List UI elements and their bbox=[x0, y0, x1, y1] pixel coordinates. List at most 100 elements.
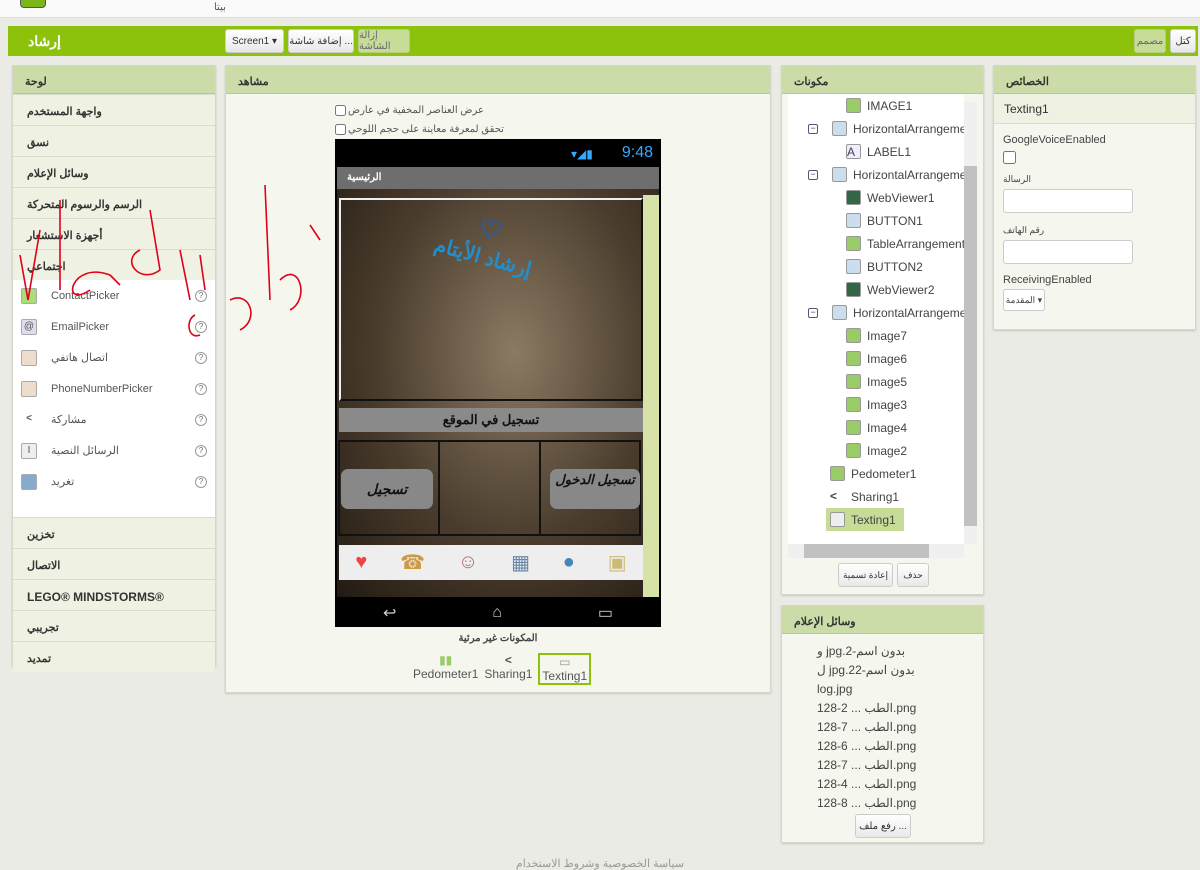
tree-item[interactable]: Image5 bbox=[788, 370, 964, 393]
phone-24-icon[interactable]: ☎ bbox=[400, 550, 425, 575]
horizontal-scrollbar[interactable] bbox=[788, 544, 964, 558]
palette-category[interactable]: نسق bbox=[13, 125, 215, 156]
doctor-icon[interactable]: ☺ bbox=[458, 551, 478, 574]
upload-file-button[interactable]: رفع ملف ... bbox=[855, 814, 911, 838]
beta-label: بيتا bbox=[214, 2, 226, 13]
help-icon[interactable]: ? bbox=[195, 351, 207, 364]
properties-panel: الخصائص Texting1 GoogleVoiceEnabled الرس… bbox=[993, 65, 1196, 330]
label1: تسجيل في الموقع bbox=[339, 408, 643, 432]
recents-icon[interactable]: ▭ bbox=[598, 603, 613, 623]
nonvisible-pedometer[interactable]: ▮▮ Pedometer1 bbox=[413, 653, 478, 685]
palette-category[interactable]: واجهة المستخدم bbox=[13, 94, 215, 125]
hospital-icon[interactable]: ▦ bbox=[511, 550, 530, 575]
email-icon: @ bbox=[21, 318, 37, 335]
remove-screen-button[interactable]: إزالة الشاشة bbox=[358, 29, 410, 53]
tree-item[interactable]: IMAGE1 bbox=[788, 94, 964, 117]
device-icon[interactable]: ▣ bbox=[608, 550, 627, 575]
palette-item-texting[interactable]: I الرسائل النصية? bbox=[13, 435, 215, 466]
palette-category[interactable]: أجهزة الاستشعار bbox=[13, 218, 215, 249]
contact-icon bbox=[21, 287, 37, 304]
home-icon[interactable]: ⌂ bbox=[492, 604, 502, 622]
palette-category[interactable]: الاتصال bbox=[13, 548, 215, 579]
scroll-strip bbox=[643, 195, 659, 597]
tree-item[interactable]: Image2 bbox=[788, 439, 964, 462]
palette-category[interactable]: تخزين bbox=[13, 517, 215, 548]
receiving-enabled-select[interactable]: المقدمة ▾ bbox=[1003, 289, 1045, 311]
help-icon[interactable]: ? bbox=[195, 320, 207, 333]
login-button[interactable]: تسجيل الدخول bbox=[550, 469, 640, 509]
privacy-link[interactable]: سياسة الخصوصية وشروط الاستخدام bbox=[0, 857, 1200, 870]
tree-item[interactable]: BUTTON1 bbox=[788, 209, 964, 232]
help-icon[interactable]: ? bbox=[195, 382, 207, 395]
tree-item[interactable]: Image3 bbox=[788, 393, 964, 416]
screen-title-bar: الرئيسية bbox=[337, 167, 659, 189]
media-file[interactable]: 128-8 ... الطب.png bbox=[817, 796, 983, 815]
add-screen-button[interactable]: إضافة شاشة ... bbox=[288, 29, 354, 53]
media-file[interactable]: 128-7 ... الطب.png bbox=[817, 720, 983, 739]
media-file[interactable]: و jpg.بدون اسم-2 bbox=[817, 644, 983, 663]
media-header: وسائل الإعلام bbox=[782, 606, 983, 634]
media-file[interactable]: 128-4 ... الطب.png bbox=[817, 777, 983, 796]
back-icon[interactable]: ↩ bbox=[383, 603, 396, 623]
message-label: الرسالة bbox=[1003, 174, 1032, 184]
palette-item-phonecall[interactable]: اتصال هاتفي? bbox=[13, 342, 215, 373]
tree-item[interactable]: A LABEL1 bbox=[788, 140, 964, 163]
tree-item[interactable]: BUTTON2 bbox=[788, 255, 964, 278]
show-hidden-checkbox[interactable]: عرض العناصر المخفية في عارض bbox=[335, 105, 484, 116]
tree-item[interactable]: Image7 bbox=[788, 324, 964, 347]
nonvisible-sharing[interactable]: < Sharing1 bbox=[484, 653, 532, 685]
tree-item[interactable]: < Sharing1 bbox=[788, 485, 964, 508]
twitter-icon bbox=[21, 473, 37, 490]
rename-button[interactable]: إعادة تسمية bbox=[838, 563, 893, 587]
help-icon[interactable]: ? bbox=[195, 289, 207, 302]
nonvisible-texting[interactable]: ▭ Texting1 bbox=[538, 653, 592, 685]
palette-category[interactable]: الرسم والرسوم المتحركة bbox=[13, 187, 215, 218]
screen-select[interactable]: Screen1 ▾ bbox=[225, 29, 284, 53]
palette-item-phonenumberpicker[interactable]: PhoneNumberPicker? bbox=[13, 373, 215, 404]
palette-item-emailpicker[interactable]: @ EmailPicker? bbox=[13, 311, 215, 342]
help-icon[interactable]: ? bbox=[195, 444, 207, 457]
phone-number-input[interactable] bbox=[1003, 240, 1133, 264]
palette-header: لوحة bbox=[13, 66, 215, 94]
google-voice-checkbox[interactable] bbox=[1003, 151, 1016, 164]
media-file[interactable]: 128-2 ... الطب.png bbox=[817, 701, 983, 720]
palette-category-social[interactable]: اجتماعي bbox=[13, 249, 215, 280]
palette-item-contactpicker[interactable]: ContactPicker? bbox=[13, 280, 215, 311]
palette-category[interactable]: تجريبي bbox=[13, 610, 215, 641]
media-file[interactable]: log.jpg bbox=[817, 682, 983, 701]
palette-item-twitter[interactable]: تغريد? bbox=[13, 466, 215, 497]
tablet-preview-checkbox[interactable]: تحقق لمعرفة معاينة على حجم اللوحي bbox=[335, 124, 504, 135]
tree-item[interactable]: Image4 bbox=[788, 416, 964, 439]
blocks-button[interactable]: كتل bbox=[1170, 29, 1196, 53]
register-button[interactable]: تسجيل bbox=[341, 469, 433, 509]
message-input[interactable] bbox=[1003, 189, 1133, 213]
media-file[interactable]: ل jpg.بدون اسم-22 bbox=[817, 663, 983, 682]
palette-item-sharing[interactable]: < مشاركة? bbox=[13, 404, 215, 435]
tree-item[interactable]: WebViewer1 bbox=[788, 186, 964, 209]
palette-category[interactable]: تمديد bbox=[13, 641, 215, 672]
tree-item[interactable]: Pedometer1 bbox=[788, 462, 964, 485]
help-icon[interactable]: ? bbox=[195, 413, 207, 426]
message-icon: ▭ bbox=[559, 655, 571, 669]
media-file[interactable]: 128-6 ... الطب.png bbox=[817, 739, 983, 758]
app-inventor-logo[interactable] bbox=[20, 0, 46, 8]
vertical-scrollbar[interactable] bbox=[964, 102, 977, 544]
delete-button[interactable]: حذف bbox=[897, 563, 929, 587]
help-icon[interactable]: ? bbox=[195, 475, 207, 488]
palette-category[interactable]: LEGO® MINDSTORMS® bbox=[13, 579, 215, 610]
tree-item[interactable]: Image6 bbox=[788, 347, 964, 370]
component-tree: IMAGE1 −HorizontalArrangement ALABEL1 −H… bbox=[788, 94, 964, 544]
media-list: و jpg.بدون اسم-2 ل jpg.بدون اسم-22 log.j… bbox=[782, 634, 983, 815]
toolbar bbox=[8, 26, 1198, 56]
tree-item[interactable]: WebViewer2 bbox=[788, 278, 964, 301]
tree-item[interactable]: −HorizontalArrangement bbox=[788, 163, 964, 186]
tree-item[interactable]: −HorizontalArrangement bbox=[788, 117, 964, 140]
tree-item-selected[interactable]: Texting1 bbox=[826, 508, 904, 531]
chat-icon[interactable]: ● bbox=[563, 551, 575, 574]
tree-item[interactable]: −HorizontalArrangement bbox=[788, 301, 964, 324]
tree-item[interactable]: TableArrangement1 bbox=[788, 232, 964, 255]
media-file[interactable]: 128-7 ... الطب.png bbox=[817, 758, 983, 777]
designer-button[interactable]: مصمم bbox=[1134, 29, 1166, 53]
heart-icon[interactable]: ♥ bbox=[355, 551, 367, 574]
palette-category[interactable]: وسائل الإعلام bbox=[13, 156, 215, 187]
